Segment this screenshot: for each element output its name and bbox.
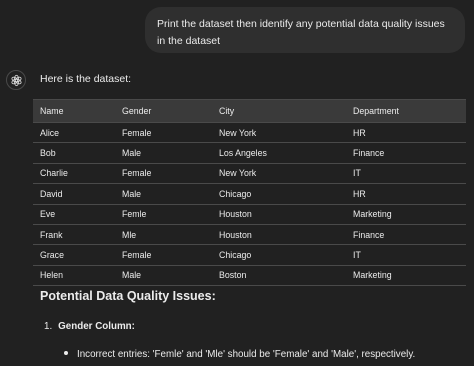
dataset-table: Name Gender City Department Alice Female… [33,99,466,287]
issue-bullet-text: Incorrect entries: 'Femle' and 'Mle' sho… [77,349,416,360]
table-cell: Charlie [33,162,115,184]
assistant-intro-text: Here is the dataset: [40,73,132,85]
table-cell: Los Angeles [212,142,346,164]
table-row: Eve Femle Houston Marketing [33,203,466,225]
table-cell: New York [212,121,346,143]
column-header-name: Name [33,99,115,123]
section-heading: Potential Data Quality Issues: [40,289,216,303]
table-cell: Houston [212,203,346,225]
issue-label: Gender Column: [58,321,135,332]
table-cell: Chicago [212,244,346,266]
table-cell: Female [115,244,212,266]
table-cell: Chicago [212,183,346,205]
table-row: David Male Chicago HR [33,183,466,205]
table-cell: IT [346,162,466,184]
table-cell: IT [346,244,466,266]
table-row: Bob Male Los Angeles Finance [33,142,466,164]
table-cell: New York [212,162,346,184]
column-header-gender: Gender [115,99,212,123]
table-cell: Grace [33,244,115,266]
table-cell: Male [115,142,212,164]
table-header-row: Name Gender City Department [33,99,466,123]
issue-number: 1. [44,321,53,332]
user-message-text: Print the dataset then identify any pote… [157,18,445,47]
table-cell: Boston [212,264,346,287]
table-cell: Marketing [346,203,466,225]
table-cell: David [33,183,115,205]
bullet-dot-icon [64,351,68,356]
table-cell: Alice [33,121,115,143]
table-cell: Finance [346,142,466,164]
table-cell: Female [115,121,212,143]
table-cell: HR [346,121,466,143]
chat-page: Print the dataset then identify any pote… [0,0,474,366]
table-cell: Finance [346,223,466,245]
openai-logo-icon [6,70,26,90]
issue-list-item: 1. Gender Column: [44,321,135,332]
table-cell: Houston [212,223,346,245]
column-header-department: Department [346,99,466,123]
table-row: Charlie Female New York IT [33,162,466,184]
issue-bullet: Incorrect entries: 'Femle' and 'Mle' sho… [64,349,415,360]
table-cell: Femle [115,203,212,225]
table-cell: Male [115,264,212,287]
table-row: Grace Female Chicago IT [33,244,466,266]
table-cell: Mle [115,223,212,245]
table-cell: Helen [33,264,115,287]
table-cell: Marketing [346,264,466,287]
table-cell: Eve [33,203,115,225]
table-row: Helen Male Boston Marketing [33,264,466,287]
table-cell: Frank [33,223,115,245]
table-cell: Male [115,183,212,205]
table-cell: HR [346,183,466,205]
table-row: Alice Female New York HR [33,121,466,143]
table-cell: Female [115,162,212,184]
column-header-city: City [212,99,346,123]
table-row: Frank Mle Houston Finance [33,223,466,245]
user-message-bubble: Print the dataset then identify any pote… [145,7,465,53]
table-cell: Bob [33,142,115,164]
